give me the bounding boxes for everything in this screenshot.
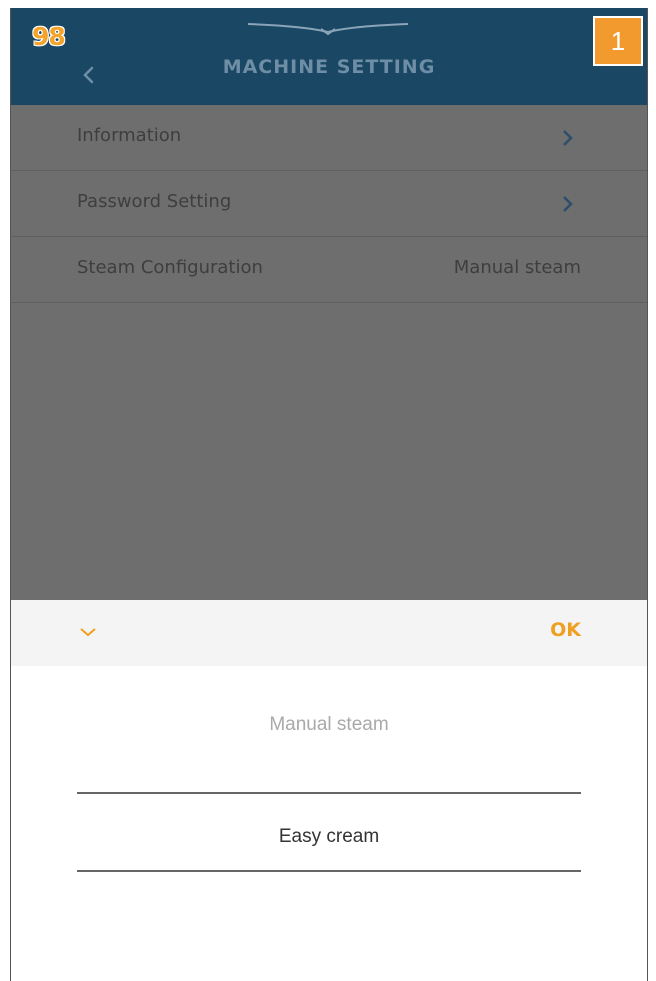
setting-row-information[interactable]: Information bbox=[11, 105, 647, 171]
selection-divider-bottom bbox=[77, 870, 581, 872]
settings-list: Information Password Setting Steam Confi… bbox=[11, 105, 647, 600]
app-header: MACHINE SETTING 1 bbox=[11, 8, 647, 105]
picker-toolbar: OK bbox=[11, 600, 647, 666]
setting-label: Steam Configuration bbox=[77, 257, 263, 278]
chevron-right-icon bbox=[563, 196, 573, 212]
chevron-down-icon[interactable] bbox=[79, 626, 97, 638]
selection-divider-top bbox=[77, 792, 581, 794]
setting-label: Information bbox=[77, 125, 182, 146]
picker-option-easy-cream[interactable]: Easy cream bbox=[11, 826, 647, 848]
manual-page: 98 MACHINE SETTING 1 Information Passwor… bbox=[0, 0, 656, 981]
page-title: MACHINE SETTING bbox=[222, 56, 436, 78]
picker-option-manual-steam[interactable]: Manual steam bbox=[11, 714, 647, 736]
picker-wheel[interactable]: Manual steam Easy cream bbox=[11, 666, 647, 981]
setting-row-password[interactable]: Password Setting bbox=[11, 171, 647, 237]
step-badge: 1 bbox=[593, 16, 643, 66]
ok-button[interactable]: OK bbox=[550, 619, 581, 641]
setting-label: Password Setting bbox=[77, 191, 232, 212]
phone-screen: MACHINE SETTING 1 Information Password S… bbox=[10, 8, 648, 981]
brand-logo-icon bbox=[247, 23, 409, 36]
chevron-right-icon bbox=[563, 130, 573, 146]
page-number: 98 bbox=[32, 22, 66, 51]
setting-value: Manual steam bbox=[453, 257, 581, 278]
setting-row-steam-configuration[interactable]: Steam Configuration Manual steam bbox=[11, 237, 647, 303]
